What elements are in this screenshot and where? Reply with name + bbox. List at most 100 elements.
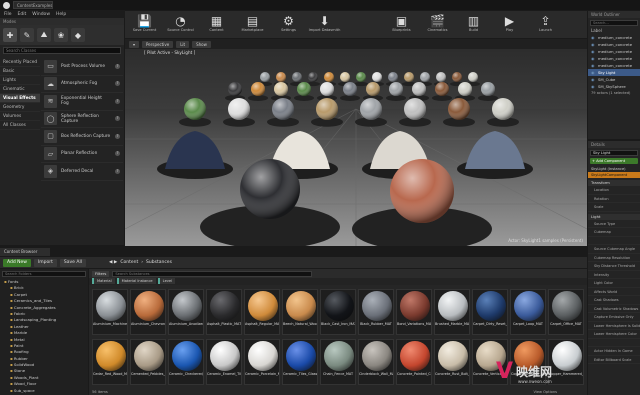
lit-button[interactable]: Lit [176,40,190,48]
category-all-classes[interactable]: All Classes [0,121,40,130]
help-icon[interactable]: ? [115,63,120,69]
play-button[interactable]: ▶ Play [492,11,527,38]
content-button[interactable]: ▦ Content [199,11,234,38]
place-item-deferred-decal[interactable]: ◈ Deferred Decal? [41,163,123,181]
help-icon[interactable]: ? [115,168,120,174]
asset-tile[interactable]: Carpet_Office_MAT [548,289,584,335]
viewport-options-button[interactable]: ▾ [129,40,140,48]
sphere-shading [228,82,242,96]
asset-tile[interactable]: Ceramic_Tiles_Glass_Mix_MAT [282,339,318,385]
breadcrumb-content[interactable]: Content [120,260,138,265]
asset-tile[interactable]: Carpet_Dirty_Reset_MAT [472,289,508,335]
asset-tile[interactable]: Carpet_Loop_MAT [510,289,546,335]
help-icon[interactable]: ? [115,151,120,157]
build-icon: ▥ [467,14,480,28]
place-item-planar-reflection[interactable]: ▱ Planar Reflection? [41,146,123,163]
outliner-row[interactable]: medium_concrete [588,48,640,55]
asset-tile[interactable]: Aluminium_Chevron_MAT [130,289,166,335]
breadcrumb-substances[interactable]: Substances [146,260,172,265]
place-item-box-reflection-capture[interactable]: ▢ Box Reflection Capture? [41,128,123,146]
menu-help[interactable]: Help [56,12,66,17]
perspective-button[interactable]: Perspective [142,40,174,48]
asset-tile[interactable]: Beech_Natural_Wood_MAT [282,289,318,335]
help-icon[interactable]: ? [115,116,120,122]
outliner-row[interactable]: SM_Cube [588,76,640,83]
asset-tile[interactable]: Cedar_Red_Wood_MAT [92,339,128,385]
menu-window[interactable]: Window [32,12,50,17]
marketplace-button[interactable]: ▤ Marketplace [235,11,270,38]
foliage-mode-icon[interactable]: ❀ [54,28,68,42]
content-browser-tab[interactable]: Content Browser [0,248,50,256]
asset-tile[interactable]: Cinderblock_Wall_MAT [358,339,394,385]
place-item-post-process-volume[interactable]: ▭ Post Process Volume? [41,58,123,76]
component-skylightcomponent[interactable]: SkyLightComponent [588,172,640,178]
category-visual-effects[interactable]: Visual Effects [0,94,40,103]
property-sky-distance-threshold: Sky Distance Threshold [588,262,640,271]
add-component-button[interactable]: + Add Component [590,158,638,164]
outliner-row[interactable]: medium_concrete [588,55,640,62]
settings-button[interactable]: ⚙ Settings [271,11,306,38]
folder-search-input[interactable]: Search Folders [2,271,86,277]
asset-tile[interactable]: Black_Rubber_MAT [358,289,394,335]
filters-button[interactable]: Filters [92,270,110,277]
outliner-row[interactable]: Sky Light [588,69,640,76]
outliner-row[interactable]: medium_concrete [588,34,640,41]
outliner-search-input[interactable]: Search... [590,20,638,26]
asset-tile[interactable]: Ceramic_Porcelain_MAT [244,339,280,385]
filter-tag-material-instance[interactable]: Material Instance [116,278,156,284]
build-button[interactable]: ▥ Build [456,11,491,38]
asset-tile[interactable]: Concrete_Painted_Cracks_MAT [396,339,432,385]
source-control-button[interactable]: ◔ Source Control [163,11,198,38]
asset-tile[interactable]: Asphalt_Regular_MAT [244,289,280,335]
asset-tile[interactable]: Ceramic_Checkered_Tiles_MAT [168,339,204,385]
category-geometry[interactable]: Geometry [0,103,40,112]
category-recently-placed[interactable]: Recently Placed [0,58,40,67]
asset-tile[interactable]: Brushed_Marble_MAT [434,289,470,335]
asset-tile[interactable]: Ceramic_Enamel_Tiles_MAT [206,339,242,385]
show-button[interactable]: Show [192,40,211,48]
paint-mode-icon[interactable]: ✎ [20,28,34,42]
asset-tile[interactable]: Black_Cast_Iron_MAT [320,289,356,335]
category-lights[interactable]: Lights [0,76,40,85]
filter-tag-material[interactable]: Material [92,278,115,284]
outliner-row[interactable]: SM_SkySphere [588,83,640,90]
asset-tile[interactable]: Chain_Fence_MAT [320,339,356,385]
category-cinematic[interactable]: Cinematic [0,85,40,94]
asset-tile[interactable]: Aluminium_Machine_Brushed_MAT [92,289,128,335]
save-all-button[interactable]: Save All [59,258,86,267]
help-icon[interactable]: ? [115,81,120,87]
asset-search-input[interactable]: Search Substances [112,270,313,277]
geometry-mode-icon[interactable]: ◆ [71,28,85,42]
menu-file[interactable]: File [4,12,12,17]
search-classes-input[interactable]: Search Classes [3,47,121,54]
level-viewport[interactable]: ▾ Perspective Lit Show [ Pilot Active - … [125,39,587,246]
level-tab[interactable]: ContentExamples [13,1,53,9]
landscape-mode-icon[interactable]: ⛰ [37,28,51,42]
launch-button[interactable]: ⇪ Launch [528,11,563,38]
place-mode-icon[interactable]: ✚ [3,28,17,42]
asset-tile[interactable]: Aluminium_Anodized_MAT [168,289,204,335]
help-icon[interactable]: ? [115,98,120,104]
asset-tile[interactable]: Bond_Variations_MAT [396,289,432,335]
save-current-button[interactable]: 💾 Save Current [127,11,162,38]
asset-tile[interactable]: Cemented_Pebbles_MAT [130,339,166,385]
place-item-exponential-height-fog[interactable]: ≋ Exponential Height Fog? [41,93,123,111]
place-item-sphere-reflection-capture[interactable]: ◯ Sphere Reflection Capture? [41,111,123,128]
blueprints-button[interactable]: ▣ Blueprints [384,11,419,38]
category-basic[interactable]: Basic [0,67,40,76]
filter-tag-level[interactable]: Level [157,278,176,284]
asset-tile[interactable]: Asphalt_Plastic_MAT [206,289,242,335]
outliner-row[interactable]: medium_concrete [588,41,640,48]
outliner-row[interactable]: medium_concrete [588,62,640,69]
menu-edit[interactable]: Edit [18,12,27,17]
actor-name-field[interactable]: Sky Light [590,150,638,156]
add-new-button[interactable]: Add New [3,258,31,267]
category-volumes[interactable]: Volumes [0,112,40,121]
asset-tile[interactable]: Concrete_Rust_Bolt_MAT [434,339,470,385]
breadcrumb-back-icon[interactable]: ◀ ▶ [109,260,117,265]
help-icon[interactable]: ? [115,133,120,139]
import-datasmith-button[interactable]: ⬇ Import Datasmith [307,11,342,38]
import-button[interactable]: Import [33,258,57,267]
cinematics-button[interactable]: 🎬 Cinematics [420,11,455,38]
place-item-atmospheric-fog[interactable]: ☁ Atmospheric Fog? [41,76,123,93]
